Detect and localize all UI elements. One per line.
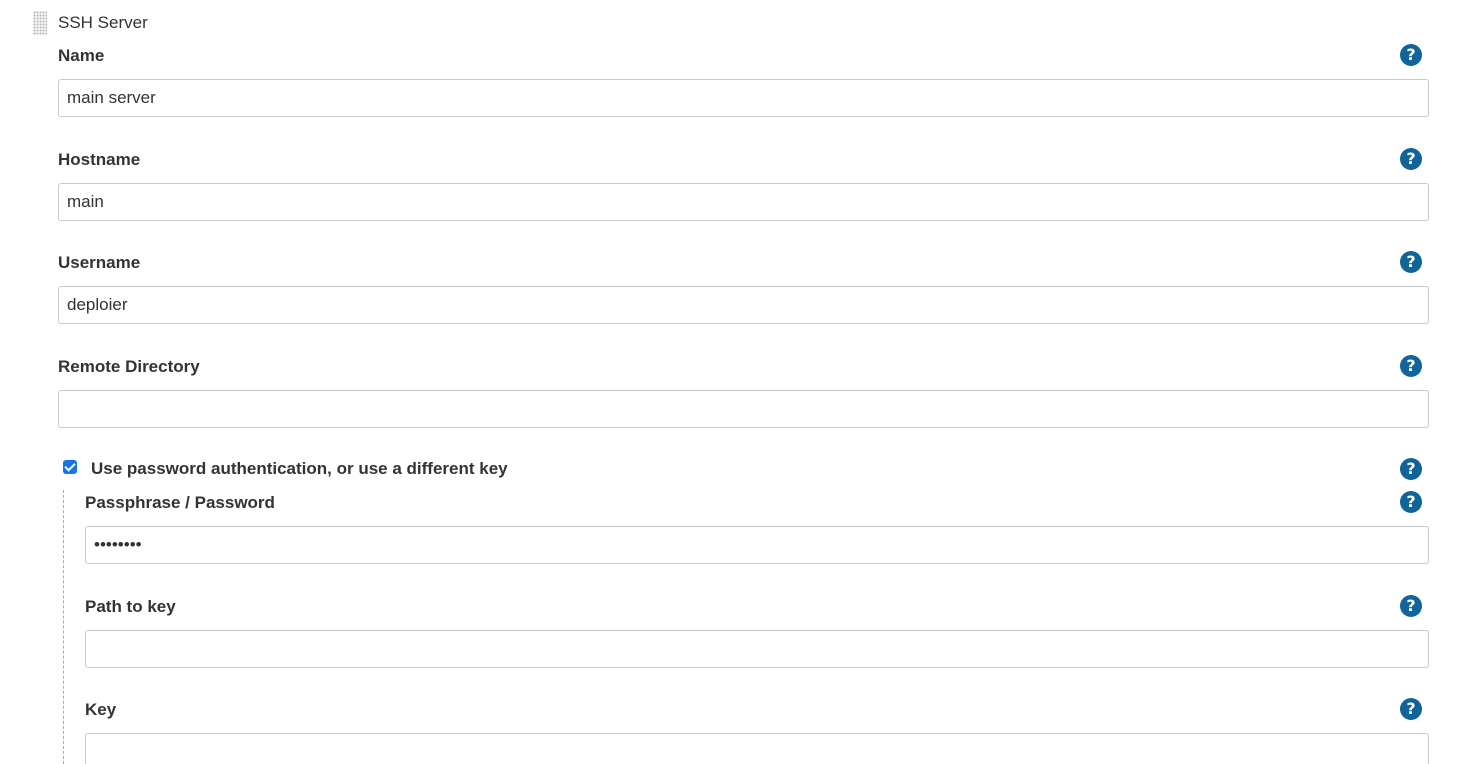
- path-to-key-help-icon[interactable]: ?: [1400, 595, 1422, 617]
- key-help-icon[interactable]: ?: [1400, 698, 1422, 720]
- use-password-help-icon[interactable]: ?: [1400, 458, 1422, 480]
- passphrase-input[interactable]: [85, 526, 1429, 564]
- section-header: SSH Server: [33, 10, 148, 36]
- username-input[interactable]: [58, 286, 1429, 324]
- passphrase-help-icon[interactable]: ?: [1400, 491, 1422, 513]
- nested-section-rule: [63, 490, 64, 764]
- name-input[interactable]: [58, 79, 1429, 117]
- name-help-icon[interactable]: ?: [1400, 44, 1422, 66]
- use-password-checkbox[interactable]: [63, 460, 77, 474]
- passphrase-label: Passphrase / Password: [85, 493, 275, 512]
- hostname-help-icon[interactable]: ?: [1400, 148, 1422, 170]
- drag-handle-icon[interactable]: [33, 11, 47, 35]
- key-textarea[interactable]: [85, 733, 1429, 764]
- key-label: Key: [85, 700, 117, 719]
- remote-directory-help-icon[interactable]: ?: [1400, 355, 1422, 377]
- username-label: Username: [58, 253, 141, 272]
- section-title: SSH Server: [58, 13, 148, 32]
- hostname-input[interactable]: [58, 183, 1429, 221]
- username-help-icon[interactable]: ?: [1400, 251, 1422, 273]
- path-to-key-label: Path to key: [85, 597, 176, 616]
- use-password-label[interactable]: Use password authentication, or use a di…: [91, 459, 508, 479]
- name-label: Name: [58, 46, 105, 65]
- hostname-label: Hostname: [58, 150, 141, 169]
- remote-directory-label: Remote Directory: [58, 357, 200, 376]
- path-to-key-input[interactable]: [85, 630, 1429, 668]
- remote-directory-input[interactable]: [58, 390, 1429, 428]
